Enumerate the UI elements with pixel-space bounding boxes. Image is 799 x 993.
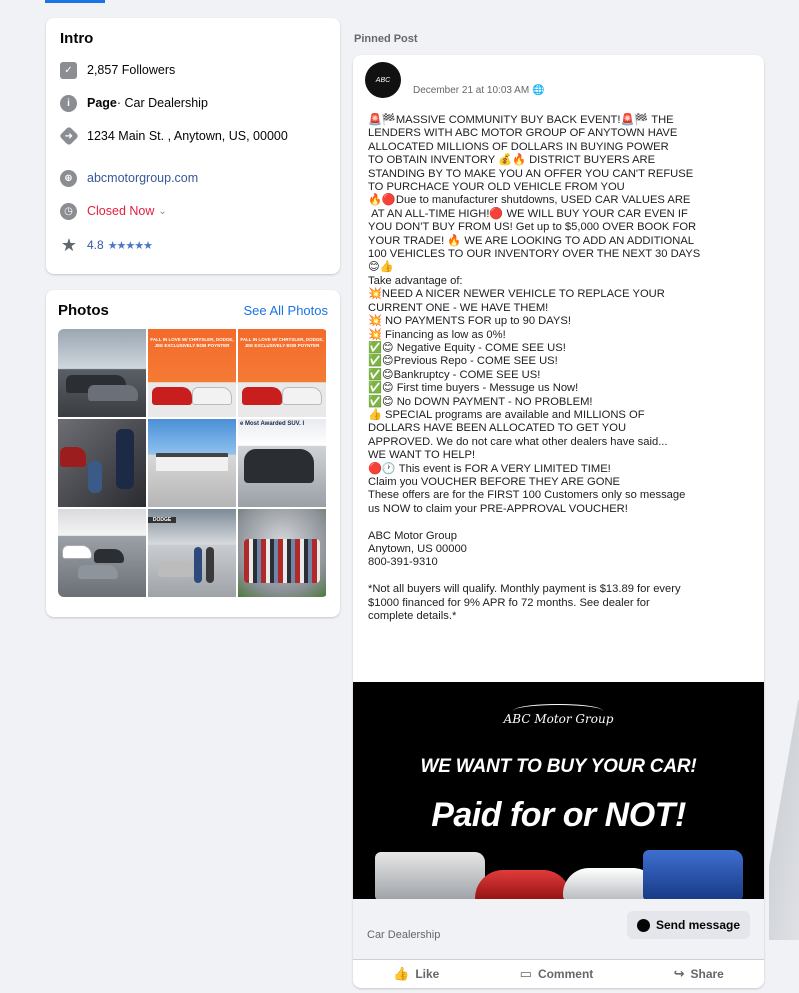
- followers-row: ✓ 2,857 Followers: [60, 60, 326, 80]
- share-icon: ↪: [673, 966, 685, 981]
- followers-text: 2,857 Followers: [87, 63, 176, 77]
- photo-tile[interactable]: [238, 509, 326, 597]
- truck-silver: [375, 852, 485, 899]
- truck-blue: [643, 850, 743, 899]
- photo-tile-text: DODGE: [148, 517, 176, 523]
- share-button[interactable]: ↪ Share: [674, 966, 724, 982]
- photo-tile-text: FALL IN LOVE W/ CHRYSLER, DODGE, JEE EXC…: [240, 337, 324, 348]
- banner-subheadline: Paid for or NOT!: [431, 796, 686, 834]
- photo-grid: FALL IN LOVE W/ CHRYSLER, DODGE, JEE EXC…: [58, 329, 328, 597]
- post-body-text: 🚨🏁MASSIVE COMMUNITY BUY BACK EVENT!🚨🏁 TH…: [368, 114, 701, 623]
- pinned-post-label: Pinned Post: [354, 33, 418, 45]
- avatar[interactable]: ABC: [365, 62, 401, 98]
- thumbs-up-icon: 👍: [393, 966, 410, 981]
- photo-tile-text: FALL IN LOVE W/ CHRYSLER, DODGE, JEE EXC…: [150, 337, 234, 348]
- page-label: Page: [87, 96, 117, 110]
- star-icon: ★: [60, 234, 78, 255]
- banner-headline: WE WANT TO BUY YOUR CAR!: [420, 756, 697, 777]
- see-all-photos-link[interactable]: See All Photos: [243, 303, 328, 318]
- car-red: [475, 870, 571, 899]
- photo-tile[interactable]: FALL IN LOVE W/ CHRYSLER, DODGE, JEE EXC…: [148, 329, 236, 417]
- footer-category: Car Dealership: [367, 929, 441, 941]
- post-actions-bar: 👍 Like ▭ Comment ↪ Share: [353, 959, 764, 988]
- address-text: 1234 Main St. , Anytown, US, 00000: [87, 129, 288, 143]
- photo-tile[interactable]: FALL IN LOVE W/ CHRYSLER, DODGE, JEE EXC…: [238, 329, 326, 417]
- globe-icon: ⊕: [60, 169, 77, 187]
- hours-row[interactable]: ◷ Closed Now ⌄: [60, 201, 326, 221]
- rating-stars: ★★★★★: [107, 239, 153, 252]
- like-label: Like: [415, 967, 440, 981]
- address-row[interactable]: ➜ 1234 Main St. , Anytown, US, 00000: [59, 126, 326, 146]
- directions-icon: ➜: [59, 126, 79, 146]
- comment-icon: ▭: [519, 966, 532, 981]
- banner-logo: ABC Motor Group: [503, 712, 614, 726]
- photos-title: Photos: [58, 302, 109, 319]
- comment-button[interactable]: ▭ Comment: [520, 966, 594, 982]
- photo-tile[interactable]: [58, 509, 146, 597]
- rating-value: 4.8: [87, 238, 104, 252]
- photo-tile[interactable]: DODGE: [148, 509, 236, 597]
- pinned-post-card: ABC December 21 at 10:03 AM 🌐 🚨🏁MASSIVE …: [353, 55, 764, 988]
- website-row[interactable]: ⊕ abcmotorgroup.com: [60, 168, 326, 188]
- intro-card: Intro ✓ 2,857 Followers i Page · Car Dea…: [46, 18, 340, 274]
- send-message-label: Send message: [655, 918, 740, 932]
- page-edge-shadow: [769, 700, 799, 940]
- photos-card: Photos See All Photos FALL IN LOVE W/ CH…: [46, 290, 340, 617]
- page-category-row: i Page · Car Dealership: [60, 93, 326, 113]
- intro-title: Intro: [60, 30, 94, 47]
- photo-tile[interactable]: [148, 419, 236, 507]
- info-icon: i: [60, 94, 77, 112]
- messenger-icon: [636, 918, 650, 932]
- clock-icon: ◷: [60, 202, 77, 220]
- post-timestamp[interactable]: December 21 at 10:03 AM 🌐: [413, 85, 544, 96]
- photo-tile-text: e Most Awarded SUV. I: [240, 421, 305, 427]
- photo-tile[interactable]: [58, 329, 146, 417]
- photo-tile[interactable]: [58, 419, 146, 507]
- page-category: · Car Dealership: [116, 96, 208, 110]
- hours-status: Closed Now: [87, 204, 155, 218]
- send-message-button[interactable]: Send message: [626, 911, 750, 939]
- share-label: Share: [690, 967, 724, 981]
- chevron-down-icon[interactable]: ⌄: [158, 206, 166, 217]
- photo-tile[interactable]: e Most Awarded SUV. I: [238, 419, 326, 507]
- active-tab-indicator: [45, 0, 105, 3]
- post-footer: Car Dealership Send message: [353, 899, 764, 959]
- website-link[interactable]: abcmotorgroup.com: [87, 171, 198, 185]
- followers-icon: ✓: [60, 61, 77, 79]
- rating-row[interactable]: ★ 4.8 ★★★★★: [60, 235, 326, 255]
- like-button[interactable]: 👍 Like: [393, 966, 439, 982]
- comment-label: Comment: [537, 967, 594, 981]
- post-image[interactable]: ABC Motor Group WE WANT TO BUY YOUR CAR!…: [353, 682, 764, 899]
